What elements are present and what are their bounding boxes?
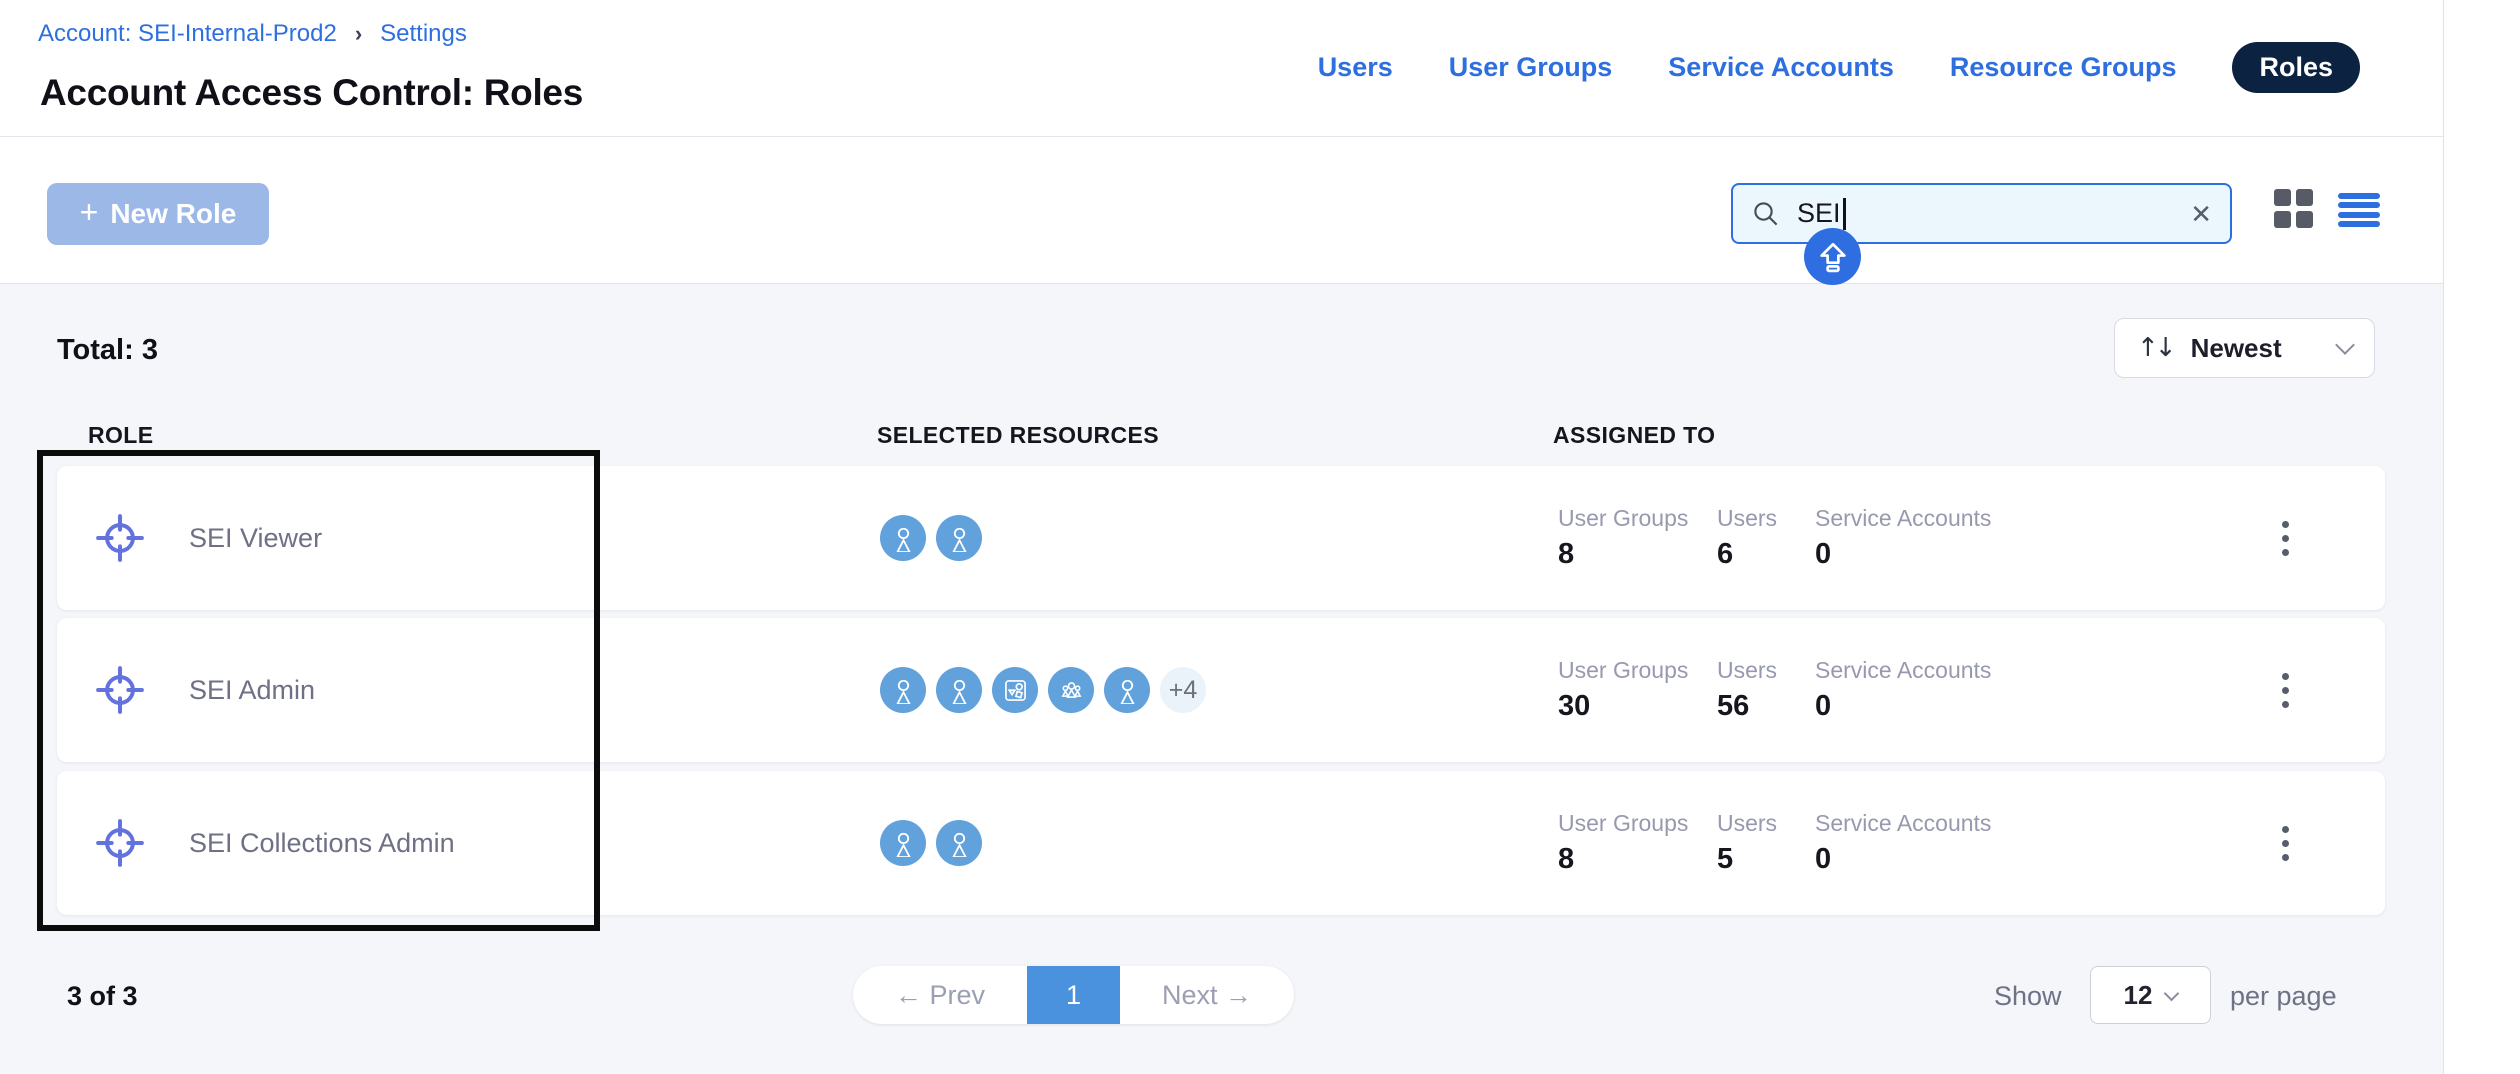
next-page-button[interactable]: Next → <box>1120 966 1294 1024</box>
user-groups-label: User Groups <box>1558 810 1688 837</box>
people-group-resource-icon <box>1048 667 1094 713</box>
service-accounts-count: 0 <box>1815 690 1991 723</box>
service-accounts-label: Service Accounts <box>1815 810 1991 837</box>
tab-roles-active[interactable]: Roles <box>2232 42 2360 93</box>
sort-value: Newest <box>2191 333 2282 364</box>
person-resource-icon <box>936 515 982 561</box>
column-header-resources: SELECTED RESOURCES <box>877 422 1159 449</box>
role-cell: SEI Collections Admin <box>95 771 455 915</box>
role-name: SEI Viewer <box>189 523 322 554</box>
result-count: 3 of 3 <box>67 981 138 1012</box>
sort-dropdown[interactable]: ↑↓ Newest <box>2114 318 2375 378</box>
role-row-sei-collections-admin[interactable]: SEI Collections Admin User Groups 8 Users… <box>57 771 2385 915</box>
user-groups-label: User Groups <box>1558 657 1688 684</box>
selected-resources-cell <box>880 466 982 610</box>
tab-service-accounts[interactable]: Service Accounts <box>1668 52 1894 83</box>
breadcrumb-account-link[interactable]: Account: SEI-Internal-Prod2 <box>38 20 337 48</box>
role-row-sei-admin[interactable]: SEI Admin <box>57 618 2385 762</box>
resources-overflow-badge: +4 <box>1160 667 1206 713</box>
chevron-down-icon <box>2335 335 2355 355</box>
grid-view-icon <box>2274 189 2291 206</box>
row-menu-kebab-icon[interactable] <box>2255 771 2315 915</box>
roles-list-section: Total: 3 ↑↓ Newest ROLE SELECTED RESOURC… <box>0 284 2443 1074</box>
column-header-role: ROLE <box>88 422 154 449</box>
list-view-icon <box>2338 193 2380 199</box>
sort-arrows-icon: ↑↓ <box>2137 333 2173 363</box>
role-name: SEI Admin <box>189 675 315 706</box>
list-view-toggle[interactable] <box>2338 193 2380 227</box>
show-label: Show <box>1994 981 2062 1012</box>
users-count: 56 <box>1717 690 1777 723</box>
role-cell: SEI Admin <box>95 618 315 762</box>
users-label: Users <box>1717 810 1777 837</box>
per-page-select[interactable]: 12 <box>2090 966 2211 1024</box>
roles-page: Account: SEI-Internal-Prod2 › Settings A… <box>0 0 2520 1074</box>
person-resource-icon <box>936 667 982 713</box>
role-cell: SEI Viewer <box>95 466 322 610</box>
toolbar: + New Role SEI ✕ <box>0 137 2443 284</box>
shift-key-badge <box>1804 228 1861 285</box>
dashboard-resource-icon <box>992 667 1038 713</box>
current-page-button[interactable]: 1 <box>1027 966 1120 1024</box>
page-title: Account Access Control: Roles <box>40 72 583 114</box>
clear-search-icon[interactable]: ✕ <box>2190 201 2212 227</box>
user-groups-count: 30 <box>1558 690 1688 723</box>
row-menu-kebab-icon[interactable] <box>2255 618 2315 762</box>
selected-resources-cell: +4 <box>880 618 1206 762</box>
person-resource-icon <box>880 820 926 866</box>
per-page-value: 12 <box>2124 980 2153 1011</box>
new-role-button[interactable]: + New Role <box>47 183 269 245</box>
user-groups-count: 8 <box>1558 843 1688 876</box>
selected-resources-cell <box>880 771 982 915</box>
chevron-down-icon <box>2164 985 2180 1001</box>
service-accounts-label: Service Accounts <box>1815 657 1991 684</box>
breadcrumb: Account: SEI-Internal-Prod2 › Settings <box>38 20 467 48</box>
role-target-icon <box>95 818 145 868</box>
search-input[interactable]: SEI ✕ <box>1731 183 2232 244</box>
user-groups-label: User Groups <box>1558 505 1688 532</box>
tab-resource-groups[interactable]: Resource Groups <box>1950 52 2177 83</box>
users-count: 6 <box>1717 538 1777 571</box>
page-header: Account: SEI-Internal-Prod2 › Settings A… <box>0 0 2443 137</box>
person-resource-icon <box>880 515 926 561</box>
role-target-icon <box>95 513 145 563</box>
row-menu-kebab-icon[interactable] <box>2255 466 2315 610</box>
tab-users[interactable]: Users <box>1318 52 1393 83</box>
prev-page-button[interactable]: ← Prev <box>853 966 1027 1024</box>
person-resource-icon <box>880 667 926 713</box>
users-count: 5 <box>1717 843 1777 876</box>
shift-arrow-icon <box>1816 240 1850 274</box>
search-value: SEI <box>1797 198 1841 229</box>
user-groups-count: 8 <box>1558 538 1688 571</box>
new-role-button-label: New Role <box>110 198 236 230</box>
search-icon <box>1751 199 1781 229</box>
column-header-assigned: ASSIGNED TO <box>1553 422 1715 449</box>
per-page-label: per page <box>2230 981 2337 1012</box>
service-accounts-count: 0 <box>1815 538 1991 571</box>
pagination: ← Prev 1 Next → <box>853 966 1294 1024</box>
breadcrumb-settings-link[interactable]: Settings <box>380 20 467 48</box>
access-control-tabs: Users User Groups Service Accounts Resou… <box>1318 42 2360 93</box>
role-target-icon <box>95 665 145 715</box>
plus-icon: + <box>80 194 99 231</box>
grid-view-toggle[interactable] <box>2274 189 2314 229</box>
person-resource-icon <box>1104 667 1150 713</box>
scrollbar-gutter <box>2443 0 2520 1074</box>
role-name: SEI Collections Admin <box>189 828 455 859</box>
service-accounts-label: Service Accounts <box>1815 505 1991 532</box>
text-cursor <box>1843 198 1846 230</box>
role-row-sei-viewer[interactable]: SEI Viewer User Groups 8 Users 6 Service A… <box>57 466 2385 610</box>
tab-user-groups[interactable]: User Groups <box>1449 52 1613 83</box>
service-accounts-count: 0 <box>1815 843 1991 876</box>
users-label: Users <box>1717 657 1777 684</box>
breadcrumb-chevron-icon: › <box>355 21 362 47</box>
total-count: Total: 3 <box>57 334 158 367</box>
person-resource-icon <box>936 820 982 866</box>
users-label: Users <box>1717 505 1777 532</box>
